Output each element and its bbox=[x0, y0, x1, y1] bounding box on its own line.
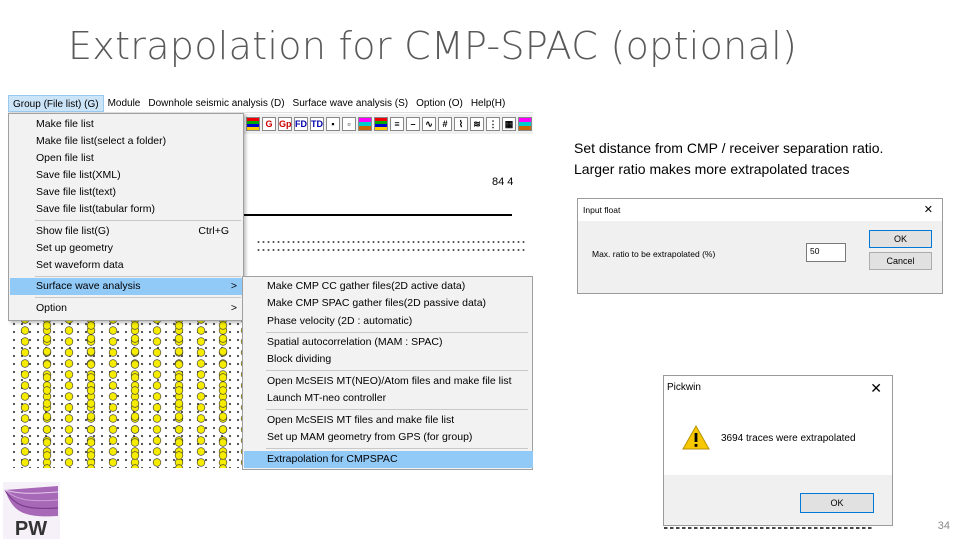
submenu-item-phase-velocity[interactable]: Phase velocity (2D : automatic) bbox=[244, 313, 533, 330]
dialog-title: Pickwin bbox=[667, 382, 701, 393]
color-scale-icon[interactable] bbox=[518, 117, 532, 131]
ratio-label: Max. ratio to be extrapolated (%) bbox=[592, 249, 716, 259]
close-icon[interactable]: ✕ bbox=[870, 376, 882, 400]
submenu-item-block-dividing[interactable]: Block dividing bbox=[244, 351, 533, 368]
chevron-right-icon: > bbox=[230, 280, 237, 292]
slide-title: Extrapolation for CMP-SPAC (optional) bbox=[68, 24, 798, 68]
dash-icon[interactable]: – bbox=[406, 117, 420, 131]
trace-readout: 84 4 bbox=[492, 176, 514, 188]
group-menu: Make file list Make file list(select a f… bbox=[8, 113, 244, 321]
menu-separator bbox=[35, 220, 241, 221]
menu-separator bbox=[35, 297, 241, 298]
trace-dots-row bbox=[664, 527, 874, 531]
wiggle-icon[interactable]: ≋ bbox=[470, 117, 484, 131]
explanation-line: Set distance from CMP / receiver separat… bbox=[574, 140, 884, 156]
cancel-button[interactable]: Cancel bbox=[869, 252, 932, 270]
menu-item-set-up-geometry[interactable]: Set up geometry bbox=[10, 240, 243, 257]
submenu-item-open-mt-neo[interactable]: Open McSEIS MT(NEO)/Atom files and make … bbox=[244, 373, 533, 390]
menu-separator bbox=[266, 370, 528, 371]
menu-item-label: Save file list(text) bbox=[36, 186, 116, 198]
toolbar-td-button[interactable]: TD bbox=[310, 117, 324, 131]
menu-help[interactable]: Help(H) bbox=[467, 95, 509, 112]
menu-item-label: Make file list bbox=[36, 118, 94, 130]
menu-separator bbox=[266, 332, 528, 333]
lines-icon[interactable]: ≡ bbox=[390, 117, 404, 131]
trace-dots-row bbox=[256, 248, 526, 252]
pulse-icon[interactable]: ⌇ bbox=[454, 117, 468, 131]
menu-bar: Group (File list) (G) Module Downhole se… bbox=[8, 94, 533, 113]
warning-icon bbox=[682, 424, 710, 453]
submenu-item-cmp-cc[interactable]: Make CMP CC gather files(2D active data) bbox=[244, 278, 533, 295]
menu-item-label: Set waveform data bbox=[36, 259, 124, 271]
input-float-dialog: Input float ✕ Max. ratio to be extrapola… bbox=[577, 198, 943, 294]
menu-item-show-file-list[interactable]: Show file list(G) Ctrl+G bbox=[10, 223, 243, 240]
ok-button[interactable]: OK bbox=[869, 230, 932, 248]
submenu-item-mam-gps[interactable]: Set up MAM geometry from GPS (for group) bbox=[244, 429, 533, 446]
surface-wave-submenu: Make CMP CC gather files(2D active data)… bbox=[242, 276, 533, 470]
menu-item-save-xml[interactable]: Save file list(XML) bbox=[10, 167, 243, 184]
submenu-item-spatial-autocorrelation[interactable]: Spatial autocorrelation (MAM : SPAC) bbox=[244, 334, 533, 351]
menu-shortcut: Ctrl+G bbox=[198, 225, 229, 237]
menu-item-open-file-list[interactable]: Open file list bbox=[10, 150, 243, 167]
menu-separator bbox=[266, 409, 528, 410]
menu-separator bbox=[266, 448, 528, 449]
menu-group[interactable]: Group (File list) (G) bbox=[8, 94, 104, 112]
palette-icon[interactable] bbox=[358, 117, 372, 131]
toolbar-gp-button[interactable]: Gp bbox=[278, 117, 292, 131]
trace-axis-line bbox=[244, 214, 512, 216]
save-icon[interactable]: ▪ bbox=[326, 117, 340, 131]
submenu-item-launch-mt-neo[interactable]: Launch MT-neo controller bbox=[244, 390, 533, 407]
menu-item-save-tabular[interactable]: Save file list(tabular form) bbox=[10, 201, 243, 218]
dialog-titlebar: Pickwin ✕ bbox=[664, 376, 892, 400]
dialog-titlebar: Input float ✕ bbox=[578, 199, 942, 221]
menu-item-label: Option bbox=[36, 302, 67, 314]
menu-item-label: Save file list(XML) bbox=[36, 169, 121, 181]
menu-item-set-waveform-data[interactable]: Set waveform data bbox=[10, 257, 243, 274]
grid-icon[interactable]: # bbox=[438, 117, 452, 131]
toolbar-fd-button[interactable]: FD bbox=[294, 117, 308, 131]
menu-item-label: Save file list(tabular form) bbox=[36, 203, 156, 215]
toolbar: G Gp FD TD ▪ ▫ ≡ – ∿ # ⌇ ≋ ⋮ ▦ bbox=[244, 114, 533, 134]
ratio-input[interactable]: 50 bbox=[806, 243, 846, 262]
ok-button[interactable]: OK bbox=[800, 493, 874, 513]
explanation-line: Larger ratio makes more extrapolated tra… bbox=[574, 161, 850, 177]
chevron-right-icon: > bbox=[230, 302, 237, 314]
waveform-traces bbox=[10, 312, 242, 468]
logo-text: PW bbox=[15, 518, 47, 539]
menu-item-option[interactable]: Option > bbox=[10, 300, 243, 317]
color-tool-icon[interactable] bbox=[246, 117, 260, 131]
close-icon[interactable]: ✕ bbox=[924, 199, 933, 221]
trace-dots-row bbox=[256, 240, 526, 244]
menu-item-label: Set up geometry bbox=[36, 242, 114, 254]
pickwin-message-dialog: Pickwin ✕ 3694 traces were extrapolated … bbox=[663, 375, 893, 531]
submenu-item-cmp-spac[interactable]: Make CMP SPAC gather files(2D passive da… bbox=[244, 295, 533, 312]
menu-item-surface-wave-analysis[interactable]: Surface wave analysis > bbox=[10, 278, 243, 295]
explanation-text: Set distance from CMP / receiver separat… bbox=[574, 138, 883, 180]
print-icon[interactable]: ▫ bbox=[342, 117, 356, 131]
menu-surface-wave[interactable]: Surface wave analysis (S) bbox=[289, 95, 413, 112]
wave-icon[interactable]: ∿ bbox=[422, 117, 436, 131]
menu-item-label: Show file list(G) bbox=[36, 225, 110, 237]
submenu-item-open-mt[interactable]: Open McSEIS MT files and make file list bbox=[244, 412, 533, 429]
submenu-item-extrapolation[interactable]: Extrapolation for CMPSPAC bbox=[244, 451, 533, 468]
toolbar-g-button[interactable]: G bbox=[262, 117, 276, 131]
menu-item-make-file-list-folder[interactable]: Make file list(select a folder) bbox=[10, 133, 243, 150]
menu-module[interactable]: Module bbox=[104, 95, 145, 112]
filter-icon[interactable]: ⋮ bbox=[486, 117, 500, 131]
menu-downhole[interactable]: Downhole seismic analysis (D) bbox=[144, 95, 288, 112]
menu-item-save-text[interactable]: Save file list(text) bbox=[10, 184, 243, 201]
menu-separator bbox=[35, 276, 241, 277]
dialog-message: 3694 traces were extrapolated bbox=[721, 433, 856, 444]
menu-item-make-file-list[interactable]: Make file list bbox=[10, 116, 243, 133]
menu-item-label: Surface wave analysis bbox=[36, 280, 141, 292]
dialog-title: Input float bbox=[583, 205, 621, 215]
pickwin-screenshot: Group (File list) (G) Module Downhole se… bbox=[8, 94, 533, 470]
page-number: 34 bbox=[937, 520, 950, 532]
menu-item-label: Make file list(select a folder) bbox=[36, 135, 167, 147]
pw-logo: PW bbox=[3, 482, 60, 540]
menu-item-label: Open file list bbox=[36, 152, 94, 164]
menu-option[interactable]: Option (O) bbox=[412, 95, 467, 112]
chart-icon[interactable]: ▦ bbox=[502, 117, 516, 131]
spectrum-icon[interactable] bbox=[374, 117, 388, 131]
